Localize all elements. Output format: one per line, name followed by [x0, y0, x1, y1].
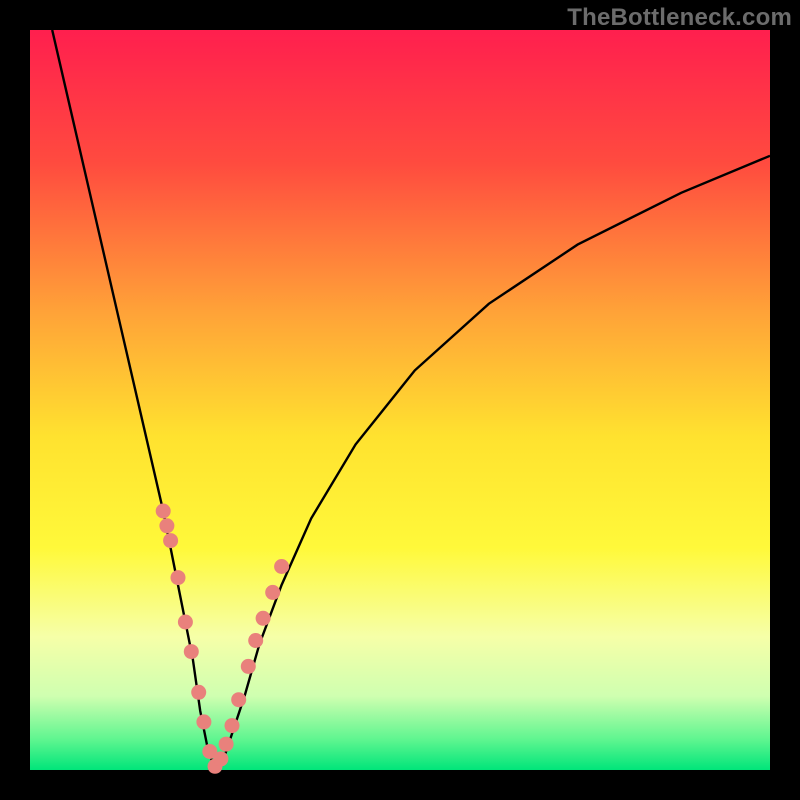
- highlight-dot: [274, 559, 289, 574]
- highlight-dot: [231, 692, 246, 707]
- highlight-dot: [196, 714, 211, 729]
- highlight-dot: [156, 504, 171, 519]
- highlight-dot: [191, 685, 206, 700]
- highlight-dot: [248, 633, 263, 648]
- highlight-dots-group: [156, 504, 289, 774]
- highlight-dot: [178, 615, 193, 630]
- highlight-dot: [241, 659, 256, 674]
- watermark-text: TheBottleneck.com: [567, 4, 792, 32]
- highlight-dot: [265, 585, 280, 600]
- highlight-dot: [159, 518, 174, 533]
- highlight-dot: [184, 644, 199, 659]
- highlight-dot: [213, 751, 228, 766]
- highlight-dot: [171, 570, 186, 585]
- highlight-dot: [219, 737, 234, 752]
- chart-svg: [30, 30, 770, 770]
- bottleneck-curve: [52, 30, 770, 770]
- highlight-dot: [163, 533, 178, 548]
- highlight-dot: [256, 611, 271, 626]
- plot-area: [30, 30, 770, 770]
- outer-frame: TheBottleneck.com: [0, 0, 800, 800]
- highlight-dot: [225, 718, 240, 733]
